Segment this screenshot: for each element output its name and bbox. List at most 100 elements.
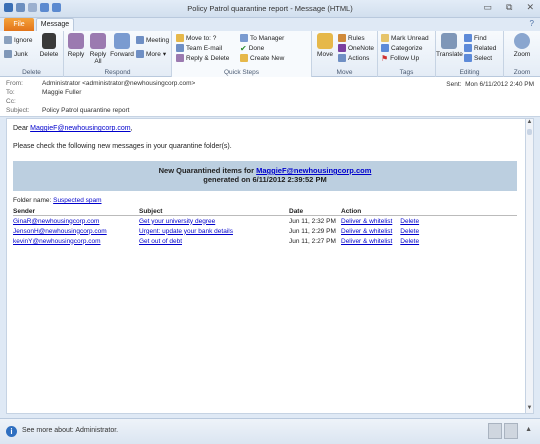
move-folder-icon (317, 33, 333, 49)
vertical-scrollbar[interactable]: ▲ ▼ (525, 118, 534, 414)
select-button[interactable]: Select (464, 54, 492, 62)
translate-button[interactable]: Translate (436, 33, 463, 58)
reply-button[interactable]: Reply (66, 33, 86, 58)
table-header: Sender Subject Date Action (13, 206, 517, 216)
minimize-button[interactable]: ▭ (484, 2, 493, 13)
row-date: Jun 11, 2:29 PM (289, 227, 336, 235)
more-icon (136, 50, 144, 58)
deliver-whitelist-link[interactable]: Deliver & whitelist (341, 228, 392, 235)
greeting: Dear MaggieF@newhousingcorp.com, (13, 125, 133, 132)
more-button[interactable]: More ▾ (136, 50, 166, 58)
avatar[interactable] (488, 423, 502, 439)
row-subject-link[interactable]: Get your university degree (139, 218, 289, 225)
reply-all-button[interactable]: Reply All (88, 33, 108, 65)
actions-button[interactable]: Actions (338, 54, 369, 62)
onenote-icon (338, 44, 346, 52)
junk-button[interactable]: Junk (4, 50, 28, 58)
title-bar: Policy Patrol quarantine report - Messag… (0, 0, 540, 18)
quickstep-move-to[interactable]: Move to: ? (176, 34, 216, 42)
select-icon (464, 54, 472, 62)
row-sender-link[interactable]: JensonH@newhousingcorp.com (13, 228, 139, 235)
help-icon[interactable]: ? (530, 19, 534, 28)
quick-steps-label: Quick Steps (223, 69, 260, 76)
follow-up-button[interactable]: ⚑ Follow Up (381, 54, 419, 63)
meeting-button[interactable]: Meeting (136, 36, 169, 44)
banner-email-link[interactable]: MaggieF@newhousingcorp.com (256, 166, 371, 175)
from-label: From: (6, 80, 23, 87)
zoom-group: Zoom Zoom (504, 31, 540, 77)
deliver-whitelist-link[interactable]: Deliver & whitelist (341, 238, 392, 245)
delete-button[interactable]: Delete (38, 33, 60, 58)
scroll-thumb[interactable] (527, 129, 532, 135)
avatar[interactable] (504, 423, 518, 439)
scroll-down-icon[interactable]: ▼ (526, 405, 533, 413)
categorize-button[interactable]: Categorize (381, 44, 422, 52)
tab-file[interactable]: File (4, 18, 34, 31)
info-icon: i (6, 426, 17, 437)
move-group-label: Move (336, 69, 353, 76)
see-more-text[interactable]: See more about: Administrator. (22, 427, 118, 434)
onenote-button[interactable]: OneNote (338, 44, 374, 52)
scroll-up-icon[interactable]: ▲ (526, 119, 533, 127)
report-banner: New Quarantined items for MaggieF@newhou… (13, 161, 517, 191)
editing-group: Translate Find Related Select Editing (436, 31, 504, 77)
col-date: Date (289, 208, 304, 215)
people-pane-bar: i See more about: Administrator. ▲ (0, 418, 540, 444)
magnifier-icon (514, 33, 530, 49)
intro-text: Please check the following new messages … (13, 143, 232, 150)
folder-link[interactable]: Suspected spam (53, 197, 101, 204)
row-subject-link[interactable]: Urgent: update your bank details (139, 228, 289, 235)
message-body: Dear MaggieF@newhousingcorp.com, Please … (6, 118, 526, 414)
deliver-whitelist-link[interactable]: Deliver & whitelist (341, 218, 392, 225)
forward-icon (114, 33, 130, 49)
close-button[interactable]: ✕ (526, 2, 534, 13)
reply-all-icon (90, 33, 106, 49)
row-sender-link[interactable]: GinaR@newhousingcorp.com (13, 218, 139, 225)
quickstep-to-manager[interactable]: To Manager (240, 34, 284, 42)
translate-icon (441, 33, 457, 49)
col-sender: Sender (13, 208, 36, 215)
restore-button[interactable]: ⧉ (506, 2, 512, 13)
quickstep-team-email[interactable]: Team E-mail (176, 44, 222, 52)
tab-message[interactable]: Message (36, 18, 74, 31)
row-sender-link[interactable]: kevinY@newhousingcorp.com (13, 238, 139, 245)
zoom-button[interactable]: Zoom (510, 33, 534, 58)
from-value[interactable]: Administrator <administrator@newhousingc… (42, 80, 195, 87)
delete-group: Ignore Junk Delete Delete (0, 31, 64, 77)
delete-link[interactable]: Delete (400, 238, 419, 245)
quarantine-table: Folder name: Suspected spam Sender Subje… (13, 197, 517, 246)
subject-value: Policy Patrol quarantine report (42, 107, 130, 114)
folder-icon (176, 34, 184, 42)
delete-icon (42, 33, 56, 49)
related-icon (464, 44, 472, 52)
row-subject-link[interactable]: Get out of debt (139, 238, 289, 245)
to-value[interactable]: Maggie Fuller (42, 89, 81, 96)
find-button[interactable]: Find (464, 34, 487, 42)
editing-group-label: Editing (459, 69, 480, 76)
table-row: kevinY@newhousingcorp.com Get out of deb… (13, 236, 517, 246)
reply-icon (68, 33, 84, 49)
move-group: Move Rules OneNote Actions Move (312, 31, 378, 77)
related-button[interactable]: Related (464, 44, 496, 52)
ribbon: Ignore Junk Delete Delete Reply Reply Al… (0, 31, 540, 77)
quickstep-reply-delete[interactable]: Reply & Delete (176, 54, 229, 62)
quickstep-done[interactable]: ✔ Done (240, 44, 264, 53)
forward-button[interactable]: Forward (110, 33, 134, 58)
move-button[interactable]: Move (314, 33, 336, 58)
quickstep-create-new[interactable]: Create New (240, 54, 284, 62)
row-date: Jun 11, 2:27 PM (289, 237, 336, 245)
sent-value: Mon 6/11/2012 2:40 PM (465, 81, 534, 88)
delete-link[interactable]: Delete (400, 218, 419, 225)
ignore-button[interactable]: Ignore (4, 36, 32, 44)
delete-group-label: Delete (22, 69, 41, 76)
respond-group: Reply Reply All Forward Meeting More ▾ Re… (64, 31, 172, 77)
create-new-icon (240, 54, 248, 62)
rules-button[interactable]: Rules (338, 34, 365, 42)
greeting-email-link[interactable]: MaggieF@newhousingcorp.com (30, 125, 131, 132)
find-icon (464, 34, 472, 42)
team-email-icon (176, 44, 184, 52)
delete-link[interactable]: Delete (400, 228, 419, 235)
mark-unread-button[interactable]: Mark Unread (381, 34, 429, 42)
flag-icon: ⚑ (381, 54, 389, 63)
chevron-up-icon[interactable]: ▲ (525, 426, 532, 433)
